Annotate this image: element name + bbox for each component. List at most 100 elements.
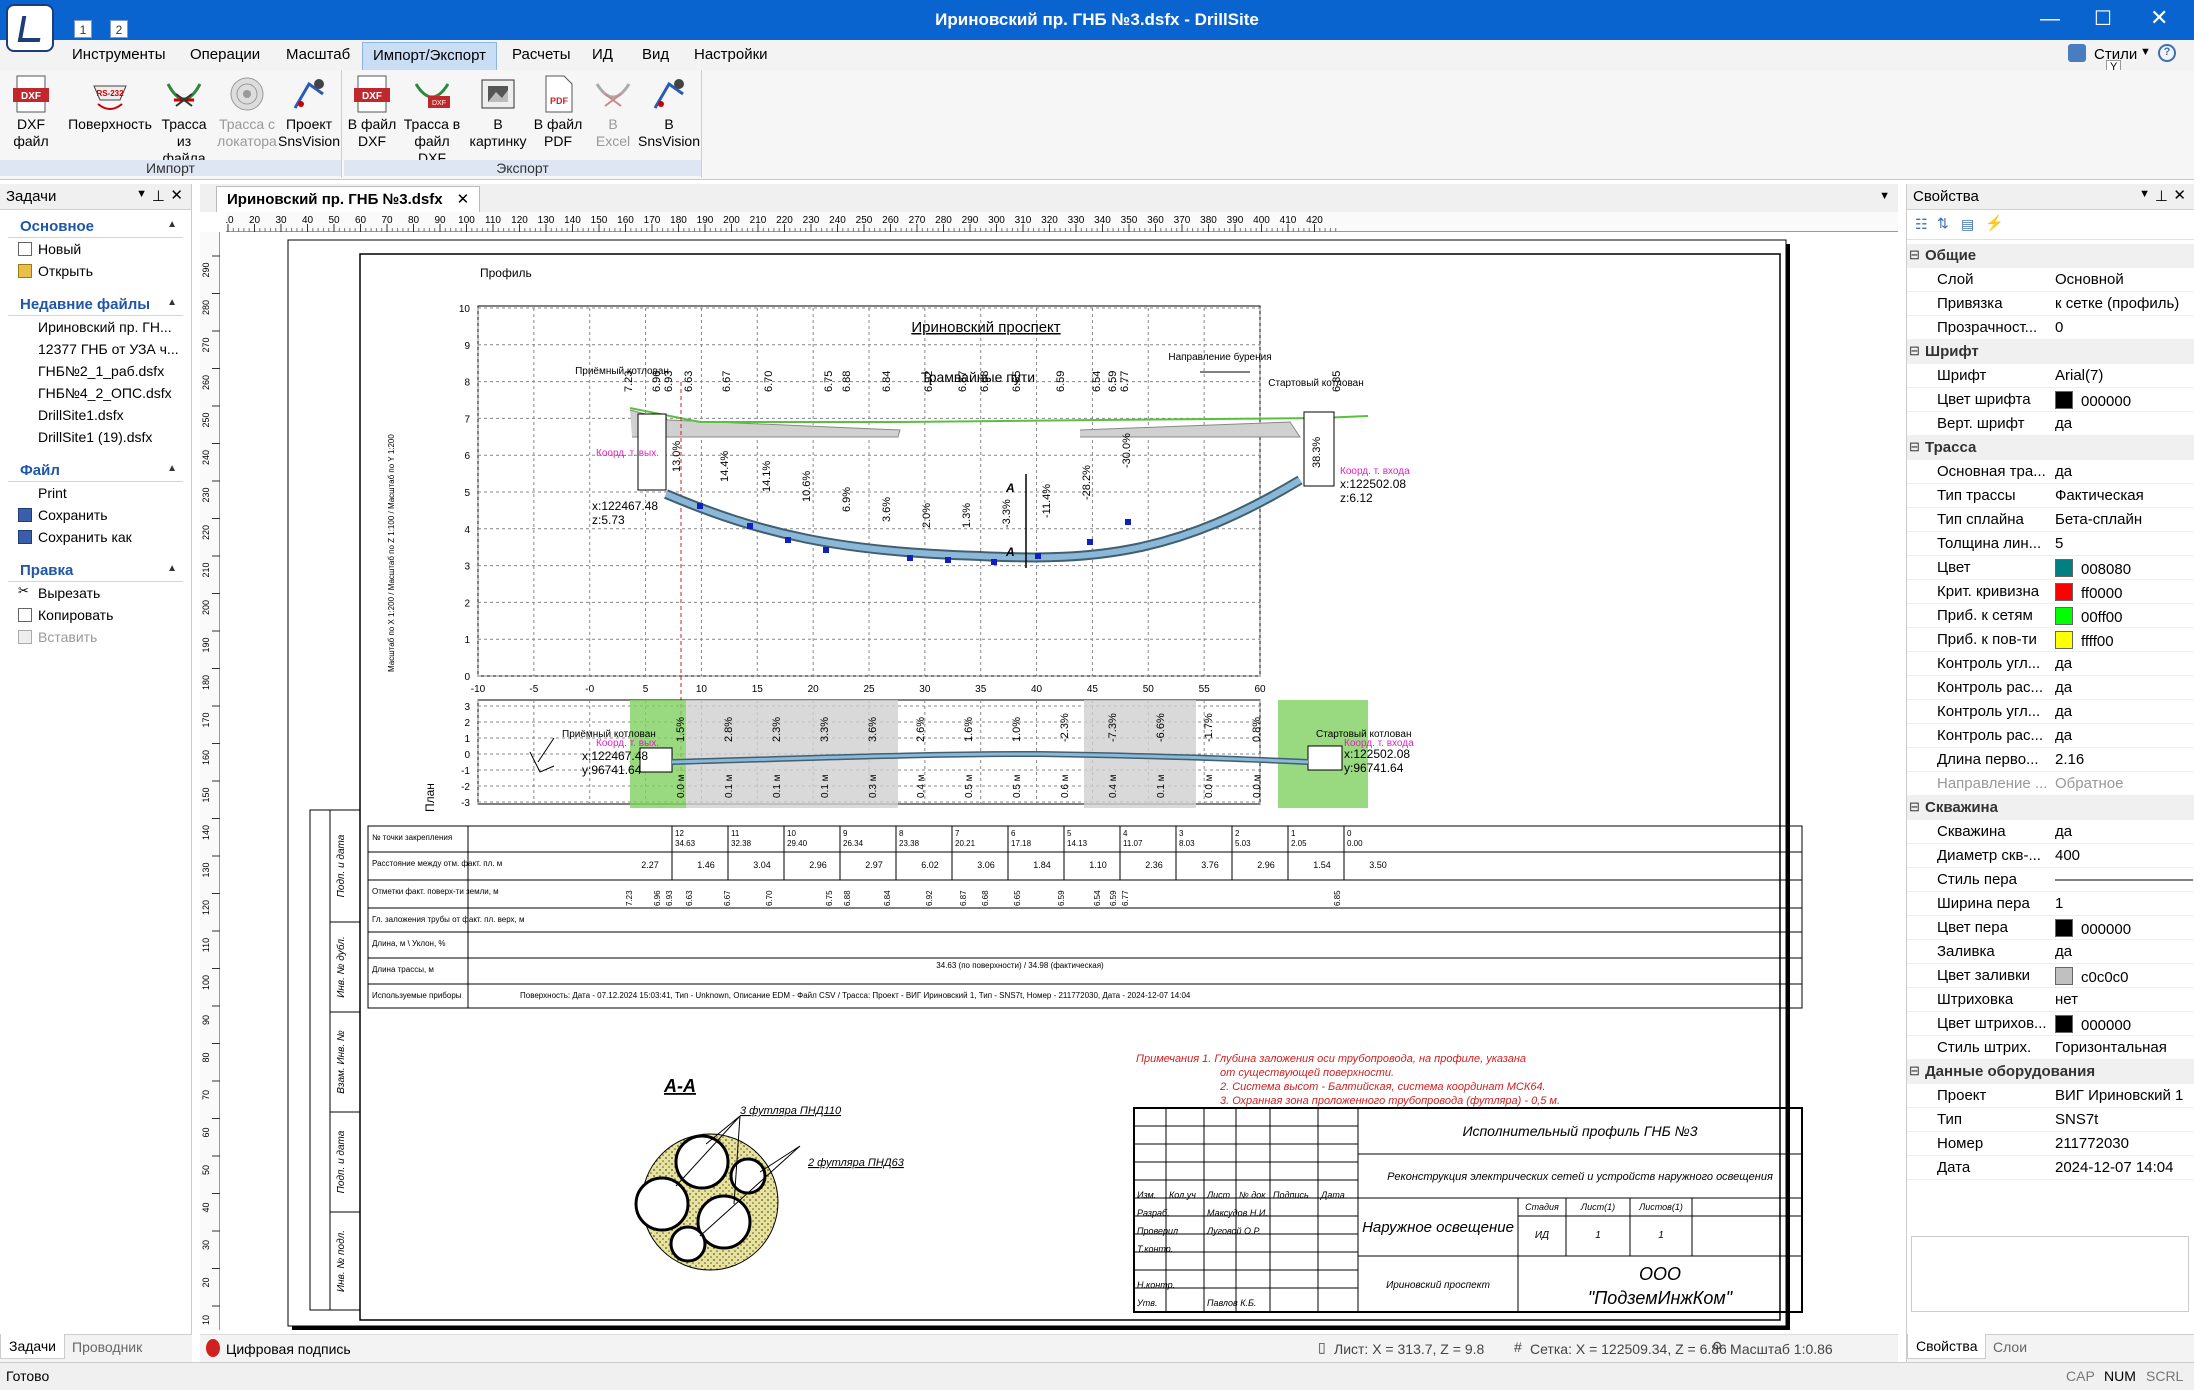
collapse-icon[interactable]: ▲: [167, 463, 177, 474]
property-value[interactable]: да: [2055, 415, 2193, 432]
property-value[interactable]: c0c0c0: [2055, 967, 2193, 986]
property-value[interactable]: 400: [2055, 847, 2193, 864]
property-value[interactable]: Основной: [2055, 271, 2193, 288]
property-value[interactable]: 2.16: [2055, 751, 2193, 768]
property-category[interactable]: Скважина: [1907, 796, 2194, 820]
property-value[interactable]: 008080: [2055, 559, 2193, 578]
recent-item[interactable]: ГНБ№4_2_ОПС.dsfx: [0, 382, 191, 404]
property-row[interactable]: Тип трассы Фактическая: [1907, 484, 2194, 508]
menu-tools[interactable]: Инструменты: [72, 46, 166, 63]
menu-settings[interactable]: Настройки: [694, 46, 768, 63]
section-file[interactable]: Файл ▲: [8, 458, 183, 482]
panel-close-icon[interactable]: ✕: [170, 186, 183, 204]
route-from-file-button[interactable]: Трасса из файла: [154, 74, 214, 167]
property-row[interactable]: Цвет заливки c0c0c0: [1907, 964, 2194, 988]
app-logo-icon[interactable]: [6, 4, 54, 52]
property-row[interactable]: Цвет пера 000000: [1907, 916, 2194, 940]
panel-menu-icon[interactable]: ▼: [136, 188, 147, 200]
categorized-icon[interactable]: ☷: [1915, 216, 1928, 233]
tab-layers[interactable]: Слои: [1993, 1339, 2027, 1355]
property-row[interactable]: Цвет 008080: [1907, 556, 2194, 580]
route-to-dxf-button[interactable]: DXF Трасса в файл DXF: [400, 74, 464, 167]
digital-signature[interactable]: Цифровая подпись: [226, 1341, 351, 1357]
property-row[interactable]: Контроль рас... да: [1907, 676, 2194, 700]
styles-dropdown-icon[interactable]: ▼: [2140, 46, 2151, 58]
tab-close-icon[interactable]: ✕: [457, 191, 470, 208]
property-value[interactable]: ffff00: [2055, 631, 2193, 650]
property-value[interactable]: да: [2055, 823, 2193, 840]
drawing-canvas[interactable]: Профиль 10 9 8 7 6 5 4 3 2 1 0 -10 -5 -0 5 10 15 20 25 30 35…: [220, 232, 1898, 1330]
recent-item[interactable]: Ириновский пр. ГН...: [0, 316, 191, 338]
collapse-icon[interactable]: ▲: [167, 219, 177, 230]
property-value[interactable]: да: [2055, 463, 2193, 480]
recent-item[interactable]: ГНБ№2_1_раб.dsfx: [0, 360, 191, 382]
tab-explorer[interactable]: Проводник: [72, 1339, 142, 1355]
panel-close-icon[interactable]: ✕: [2173, 186, 2186, 204]
collapse-icon[interactable]: ▲: [167, 297, 177, 308]
property-value[interactable]: Arial(7): [2055, 367, 2193, 384]
export-image-button[interactable]: Вкартинку: [464, 74, 532, 150]
property-row[interactable]: Прозрачност... 0: [1907, 316, 2194, 340]
property-value[interactable]: Бета-сплайн: [2055, 511, 2193, 528]
events-icon[interactable]: ⚡: [1985, 214, 2004, 232]
open-item[interactable]: Открыть: [0, 260, 191, 282]
property-row[interactable]: Крит. кривизна ff0000: [1907, 580, 2194, 604]
new-item[interactable]: Новый: [0, 238, 191, 260]
palette-icon[interactable]: [2068, 44, 2086, 62]
property-value[interactable]: Фактическая: [2055, 487, 2193, 504]
panel-menu-icon[interactable]: ▼: [2139, 188, 2150, 200]
minimize-icon[interactable]: —: [2040, 8, 2060, 31]
copy-item[interactable]: Копировать: [0, 604, 191, 626]
property-value[interactable]: нет: [2055, 991, 2193, 1008]
snsvision-project-button[interactable]: Проект SnsVision: [278, 74, 340, 150]
property-row[interactable]: Номер 211772030: [1907, 1132, 2194, 1156]
tab-tasks[interactable]: Задачи: [0, 1334, 66, 1359]
property-value[interactable]: да: [2055, 727, 2193, 744]
property-row[interactable]: Стиль пера———————————: [1907, 868, 2194, 892]
export-excel-button[interactable]: В Excel: [588, 74, 638, 150]
property-row[interactable]: Дата 2024-12-07 14:04: [1907, 1156, 2194, 1180]
property-row[interactable]: Верт. шрифт да: [1907, 412, 2194, 436]
recent-item[interactable]: 12377 ГНБ от УЗА ч...: [0, 338, 191, 360]
property-value[interactable]: 0: [2055, 319, 2193, 336]
property-row[interactable]: Контроль угл... да: [1907, 652, 2194, 676]
route-from-locator-button[interactable]: Трасса с локатора: [214, 74, 280, 150]
property-row[interactable]: Толщина лин... 5: [1907, 532, 2194, 556]
print-item[interactable]: Print: [0, 482, 191, 504]
property-value[interactable]: 1: [2055, 895, 2193, 912]
pin-icon[interactable]: ⊥: [152, 187, 165, 205]
save-item[interactable]: Сохранить: [0, 504, 191, 526]
property-row[interactable]: Тип SNS7t: [1907, 1108, 2194, 1132]
property-row[interactable]: Основная тра... да: [1907, 460, 2194, 484]
section-recent[interactable]: Недавние файлы ▲: [8, 292, 183, 316]
property-value[interactable]: да: [2055, 703, 2193, 720]
recent-item[interactable]: DrillSite1.dsfx: [0, 404, 191, 426]
property-category[interactable]: Общие: [1907, 244, 2194, 268]
property-category[interactable]: Шрифт: [1907, 340, 2194, 364]
property-value[interactable]: ff0000: [2055, 583, 2193, 602]
property-value[interactable]: да: [2055, 679, 2193, 696]
property-row[interactable]: Цвет штрихов... 000000: [1907, 1012, 2194, 1036]
property-row[interactable]: Скважина да: [1907, 820, 2194, 844]
property-row[interactable]: Контроль угл... да: [1907, 700, 2194, 724]
menu-view[interactable]: Вид: [642, 46, 669, 63]
menu-import-export[interactable]: Импорт/Экспорт: [362, 42, 497, 70]
property-row[interactable]: Цвет шрифта 000000: [1907, 388, 2194, 412]
maximize-icon[interactable]: ☐: [2094, 6, 2112, 31]
property-value[interactable]: к сетке (профиль): [2055, 295, 2193, 312]
property-value[interactable]: 211772030: [2055, 1135, 2193, 1152]
cut-item[interactable]: ✂ Вырезать: [0, 582, 191, 604]
property-row[interactable]: Приб. к сетям 00ff00: [1907, 604, 2194, 628]
menu-operations[interactable]: Операции: [190, 46, 260, 63]
property-row[interactable]: Длина перво... 2.16: [1907, 748, 2194, 772]
property-row[interactable]: Штриховка нет: [1907, 988, 2194, 1012]
help-icon[interactable]: ?: [2158, 44, 2176, 62]
surface-button[interactable]: RS-232 Поверхность: [64, 74, 156, 133]
property-value[interactable]: Обратное: [2055, 775, 2193, 792]
pin-icon[interactable]: ⊥: [2155, 187, 2168, 205]
tab-list-icon[interactable]: ▼: [1879, 190, 1890, 202]
property-row[interactable]: Стиль штрих. Горизонтальная: [1907, 1036, 2194, 1060]
property-row[interactable]: Привязка к сетке (профиль): [1907, 292, 2194, 316]
property-value[interactable]: 000000: [2055, 391, 2193, 410]
property-value[interactable]: 5: [2055, 535, 2193, 552]
